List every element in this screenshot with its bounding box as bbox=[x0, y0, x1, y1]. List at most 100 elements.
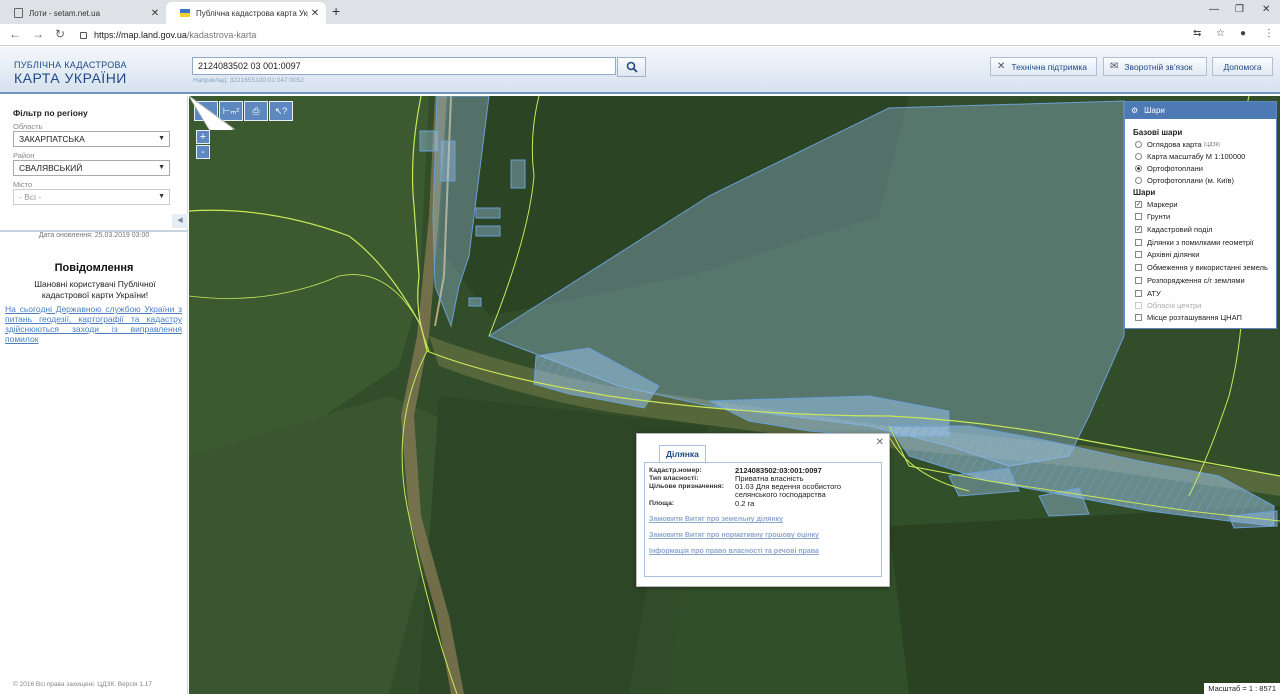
purpose-value: 01.03 Для ведення особистого селянського… bbox=[735, 482, 842, 499]
checkbox-icon[interactable] bbox=[1135, 314, 1142, 321]
gear-icon: ⚙ bbox=[1131, 106, 1139, 115]
app-header: ПУБЛІЧНА КАДАСТРОВА КАРТА УКРАЇНИ Наприк… bbox=[0, 47, 1280, 94]
base-layer-ortho-kyiv[interactable]: Ортофотоплани (м. Київ) bbox=[1135, 176, 1234, 185]
checkbox-icon[interactable] bbox=[1135, 213, 1142, 220]
layer-label: Місце розташування ЦНАП bbox=[1147, 313, 1242, 322]
restore-icon[interactable]: ❐ bbox=[1235, 4, 1244, 15]
filter-title: Фільтр по регіону bbox=[13, 108, 88, 118]
checkbox-icon[interactable] bbox=[1135, 264, 1142, 271]
checkbox-icon[interactable] bbox=[1135, 277, 1142, 284]
base-layer-overview[interactable]: Оглядова карта (ЦДЗК) bbox=[1135, 140, 1220, 149]
parcel-info: Кадастр.номер: 2124083502:03:001:0097 Тип… bbox=[644, 462, 882, 577]
base-layer-map100k[interactable]: Карта масштабу М 1:100000 bbox=[1135, 152, 1245, 161]
zoom-out-button[interactable]: - bbox=[196, 145, 210, 159]
tab-parcel[interactable]: Ділянка bbox=[659, 445, 706, 462]
browser-tab-kadastr[interactable]: Публічна кадастрова карта Укр ✕ bbox=[166, 2, 326, 24]
base-layers-title: Базові шари bbox=[1133, 128, 1183, 137]
menu-icon[interactable]: ⋮ bbox=[1264, 28, 1274, 39]
oblast-select[interactable]: ЗАКАРПАТСЬКА ▼ bbox=[13, 131, 170, 147]
account-icon[interactable]: ● bbox=[1240, 28, 1246, 39]
lock-icon bbox=[80, 31, 87, 39]
star-icon[interactable]: ☆ bbox=[1216, 28, 1225, 39]
checkbox-icon[interactable] bbox=[1135, 290, 1142, 297]
tools-icon: ✕ bbox=[997, 61, 1006, 72]
browser-tab-setam[interactable]: Лоти - setam.net.ua ✕ bbox=[0, 2, 166, 24]
url-path: /kadastrova-karta bbox=[186, 30, 257, 40]
close-tab-icon[interactable]: ✕ bbox=[308, 8, 322, 19]
layer-agri-disposal[interactable]: Розпорядження с/г землями bbox=[1135, 276, 1245, 285]
layer-label: Ортофотоплани (м. Київ) bbox=[1147, 176, 1235, 185]
orthophoto-map bbox=[189, 96, 1280, 694]
help-button[interactable]: Допомога bbox=[1212, 57, 1273, 76]
layers-header[interactable]: ⚙ Шари bbox=[1125, 102, 1276, 119]
base-layer-ortho[interactable]: Ортофотоплани bbox=[1135, 164, 1203, 173]
notice-text: Шановні користувачі Публічної кадастрово… bbox=[34, 279, 156, 300]
copyright: © 2016 Всі права захищені. ЦДЗК. Версія … bbox=[13, 681, 153, 688]
checkbox-icon[interactable]: ✓ bbox=[1135, 226, 1142, 233]
checkbox-icon[interactable]: ✓ bbox=[1135, 201, 1142, 208]
misto-label: Місто bbox=[13, 180, 33, 189]
layer-geometry-errors[interactable]: Ділянки з помилками геометрії bbox=[1135, 238, 1254, 247]
close-window-icon[interactable]: ✕ bbox=[1262, 4, 1270, 15]
order-valuation-link[interactable]: Замовити Витяг про нормативну грошову оц… bbox=[649, 532, 819, 539]
close-tab-icon[interactable]: ✕ bbox=[148, 8, 162, 19]
layer-label: Архівні ділянки bbox=[1147, 250, 1200, 259]
layer-label: Розпорядження с/г землями bbox=[1147, 276, 1245, 285]
layer-label: Грунти bbox=[1147, 212, 1171, 221]
radio-icon[interactable] bbox=[1135, 153, 1142, 160]
raion-select[interactable]: СВАЛЯВСЬКИЙ ▼ bbox=[13, 160, 170, 176]
ukraine-flag-icon bbox=[180, 9, 190, 17]
layer-regional-centers: Обласні центри bbox=[1135, 301, 1201, 310]
feedback-button[interactable]: ✉ Зворотній зв'язок bbox=[1103, 57, 1207, 76]
browser-tabbar: Лоти - setam.net.ua ✕ Публічна кадастров… bbox=[0, 0, 1280, 24]
identify-button[interactable]: ↖? bbox=[269, 101, 293, 121]
area-row: Площа: 0.2 га bbox=[649, 500, 875, 508]
search-hint: Наприклад: 3221655100:01:047:0052 bbox=[193, 77, 304, 84]
parcel-popup: ✕ Ділянка Кадастр.номер: 2124083502:03:00… bbox=[636, 433, 890, 587]
layer-soils[interactable]: Грунти bbox=[1135, 212, 1170, 221]
layer-cnap[interactable]: Місце розташування ЦНАП bbox=[1135, 313, 1242, 322]
reload-icon[interactable]: ↻ bbox=[55, 27, 65, 41]
map-scale: Масштаб = 1 : 8571 bbox=[1204, 683, 1280, 694]
print-button[interactable]: ⎙ bbox=[244, 101, 268, 121]
checkbox-icon[interactable] bbox=[1135, 239, 1142, 246]
collapse-sidebar-button[interactable]: ◀ bbox=[172, 214, 188, 228]
radio-icon[interactable] bbox=[1135, 177, 1142, 184]
minimize-icon[interactable]: — bbox=[1209, 4, 1219, 15]
misto-select[interactable]: - Всі - ▼ bbox=[13, 189, 170, 205]
support-button[interactable]: ✕ Технічна підтримка bbox=[990, 57, 1097, 76]
layer-label: Обласні центри bbox=[1147, 301, 1202, 310]
radio-icon[interactable] bbox=[1135, 141, 1142, 148]
checkbox-icon bbox=[1135, 302, 1142, 309]
oblast-value: ЗАКАРПАТСЬКА bbox=[19, 134, 85, 144]
layers-panel: ⚙ Шари Базові шари Оглядова карта (ЦДЗК) К… bbox=[1124, 101, 1277, 329]
support-label: Технічна підтримка bbox=[1011, 61, 1087, 72]
purpose-label: Цільове призначення: bbox=[649, 483, 724, 490]
zoom-in-button[interactable]: + bbox=[196, 130, 210, 144]
layer-archive[interactable]: Архівні ділянки bbox=[1135, 250, 1199, 259]
layer-cadastral[interactable]: ✓ Кадастровий поділ bbox=[1135, 225, 1213, 234]
search-input[interactable] bbox=[192, 57, 616, 75]
translate-icon[interactable]: ⇆ bbox=[1193, 28, 1201, 39]
radio-icon[interactable] bbox=[1135, 165, 1142, 172]
sidebar: Фільтр по регіону Область ЗАКАРПАТСЬКА ▼ … bbox=[0, 96, 188, 694]
layer-restrictions[interactable]: Обмеження у використанні земель bbox=[1135, 263, 1268, 272]
notices-title: Повідомлення bbox=[54, 262, 134, 274]
address-bar[interactable]: https://map.land.gov.ua/kadastrova-karta bbox=[80, 27, 1180, 43]
purpose-row: Цільове призначення: 01.03 Для ведення ос… bbox=[649, 483, 875, 499]
close-icon[interactable]: ✕ bbox=[876, 437, 884, 448]
forward-icon[interactable]: → bbox=[32, 27, 44, 41]
ownership-info-link[interactable]: Інформація про право власності та речові… bbox=[649, 548, 819, 555]
map-canvas[interactable]: |ₘ ⊢ₘ² ⎙ ↖? + - ⚙Шари Базові шари Оглядо… bbox=[189, 96, 1280, 694]
layer-markers[interactable]: ✓ Маркери bbox=[1135, 200, 1178, 209]
order-extract-link[interactable]: Замовити Витяг про земельну ділянку bbox=[649, 516, 783, 523]
search-button[interactable] bbox=[617, 57, 646, 77]
chevron-down-icon: ▼ bbox=[158, 164, 165, 171]
checkbox-icon[interactable] bbox=[1135, 251, 1142, 258]
notice-link[interactable]: На сьогодні Державною службою України з … bbox=[5, 304, 182, 344]
layer-atu[interactable]: АТУ bbox=[1135, 289, 1161, 298]
tab-title: Лоти - setam.net.ua bbox=[29, 8, 101, 18]
back-icon[interactable]: ← bbox=[9, 27, 21, 41]
new-tab-button[interactable]: + bbox=[332, 3, 340, 19]
browser-toolbar: ← → ↻ https://map.land.gov.ua/kadastrova… bbox=[0, 24, 1280, 46]
